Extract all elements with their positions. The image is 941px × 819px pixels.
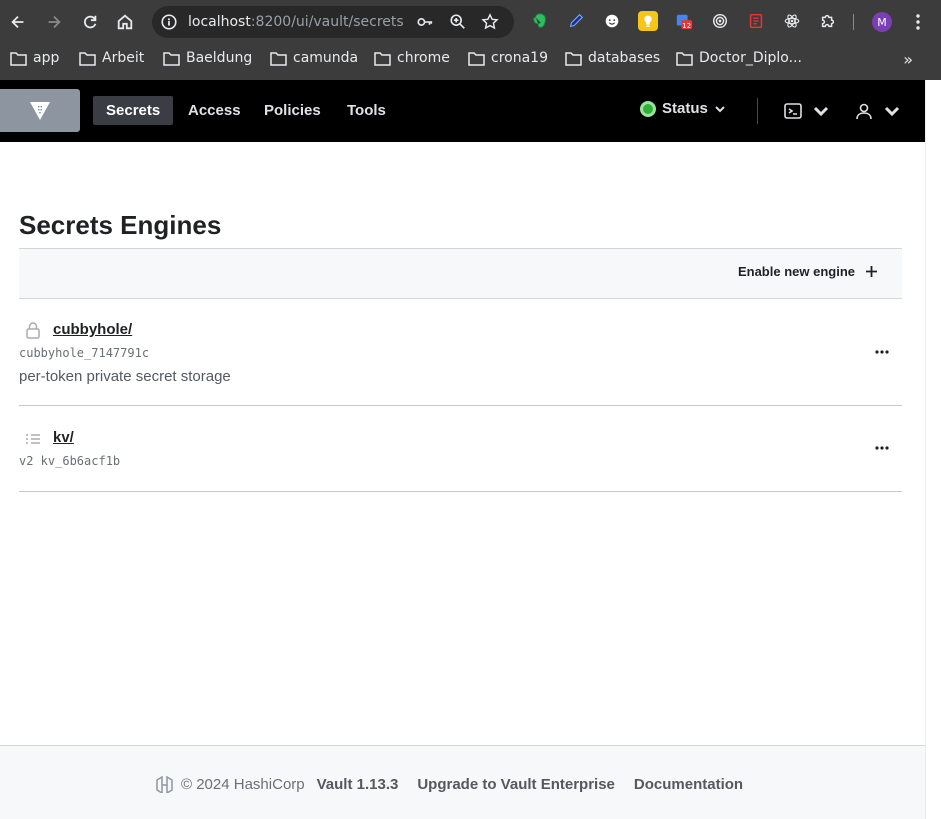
vault-header: Secrets Access Policies Tools Status — [0, 80, 925, 142]
bookmark-label: databases — [588, 50, 661, 66]
zoom-icon[interactable] — [449, 13, 467, 31]
bookmark-label: crona19 — [491, 50, 548, 66]
password-key-icon[interactable] — [416, 13, 434, 31]
folder-icon — [468, 51, 485, 66]
vault-triangle-icon — [30, 101, 50, 120]
react-devtools-icon[interactable] — [782, 11, 802, 31]
hashicorp-logo-icon — [156, 776, 173, 793]
folder-icon — [10, 51, 27, 66]
url-path: :8200/ui/vault/secrets — [250, 14, 404, 30]
profile-initial: M — [877, 15, 887, 29]
bookmark-folder-crona19[interactable]: crona19 — [468, 50, 548, 66]
engines-toolbar: Enable new engine — [19, 248, 902, 299]
footer: © 2024 HashiCorp Vault 1.13.3 Upgrade to… — [0, 745, 925, 819]
bookmark-label: Arbeit — [102, 50, 145, 66]
browser-menu-icon[interactable] — [910, 12, 926, 32]
bookmark-star-icon[interactable] — [481, 13, 499, 31]
more-actions-icon[interactable] — [874, 440, 890, 456]
reload-icon[interactable] — [77, 9, 103, 35]
page-scrollbar[interactable] — [925, 80, 941, 819]
chevron-down-icon — [813, 106, 829, 117]
profile-avatar[interactable]: M — [872, 12, 892, 32]
user-icon — [856, 103, 872, 120]
more-actions-icon[interactable] — [874, 344, 890, 360]
chevron-down-icon — [884, 106, 900, 117]
calendar-extension-icon[interactable]: 12 — [674, 11, 694, 31]
list-icon — [26, 434, 40, 444]
footer-copyright: © 2024 HashiCorp — [181, 776, 305, 793]
bookmark-label: camunda — [293, 50, 359, 66]
footer-version: Vault 1.13.3 — [316, 776, 399, 793]
address-bar[interactable]: localhost:8200/ui/vault/secrets — [152, 6, 514, 38]
url-text[interactable]: localhost:8200/ui/vault/secrets — [188, 14, 404, 30]
folder-icon — [374, 51, 391, 66]
page-title: Secrets Engines — [19, 210, 222, 240]
keep-extension-icon[interactable] — [638, 11, 658, 31]
nav-policies[interactable]: Policies — [251, 96, 334, 125]
status-ok-icon — [640, 100, 656, 117]
home-icon[interactable] — [112, 9, 138, 35]
bookmark-label: Baeldung — [186, 50, 253, 66]
evernote-extension-icon[interactable] — [530, 11, 550, 31]
bookmark-folder-camunda[interactable]: camunda — [270, 50, 358, 66]
plus-icon — [866, 266, 877, 277]
engine-link[interactable]: kv/ — [53, 429, 74, 446]
chevron-down-icon — [715, 105, 725, 112]
bookmark-label: app — [33, 50, 60, 66]
toolbar-divider — [853, 14, 854, 30]
folder-icon — [676, 51, 693, 66]
engine-link[interactable]: cubbyhole/ — [53, 321, 132, 338]
bookmark-label: chrome — [397, 50, 450, 66]
folder-icon — [163, 51, 180, 66]
enable-new-engine-label: Enable new engine — [737, 264, 855, 279]
bookmark-folder-arbeit[interactable]: Arbeit — [79, 50, 144, 66]
browser-chrome: localhost:8200/ui/vault/secrets 12 M app… — [0, 0, 941, 80]
bookmark-folder-app[interactable]: app — [10, 50, 59, 66]
bookmark-folder-baeldung[interactable]: Baeldung — [163, 50, 252, 66]
target-extension-icon[interactable] — [710, 11, 730, 31]
bookmark-folder-databases[interactable]: databases — [565, 50, 660, 66]
nav-tools[interactable]: Tools — [334, 96, 399, 125]
bookmarks-overflow-button[interactable]: » — [903, 50, 913, 69]
engine-accessor: v2 kv_6b6acf1b — [19, 454, 121, 468]
lock-icon — [26, 322, 40, 339]
document-extension-icon[interactable] — [746, 11, 766, 31]
browser-toolbar: localhost:8200/ui/vault/secrets 12 M — [0, 0, 941, 44]
footer-content: © 2024 HashiCorp Vault 1.13.3 Upgrade to… — [156, 776, 743, 793]
header-divider — [757, 98, 758, 124]
emoji-extension-icon[interactable] — [602, 11, 622, 31]
site-info-icon[interactable] — [160, 13, 178, 31]
nav-access[interactable]: Access — [175, 96, 254, 125]
status-menu[interactable]: Status — [640, 100, 726, 117]
url-host: localhost — [188, 14, 251, 30]
folder-icon — [270, 51, 287, 66]
documentation-link[interactable]: Documentation — [634, 776, 743, 793]
engine-row-cubbyhole[interactable]: cubbyhole/ cubbyhole_7147791c per-token … — [19, 299, 902, 406]
status-label: Status — [662, 100, 708, 117]
nav-secrets[interactable]: Secrets — [93, 96, 174, 125]
eyedropper-extension-icon[interactable] — [566, 11, 586, 31]
vault-logo[interactable] — [0, 89, 80, 132]
folder-icon — [79, 51, 96, 66]
bookmark-folder-doctor-diplo[interactable]: Doctor_Diplo... — [676, 50, 802, 66]
calendar-badge: 12 — [682, 21, 691, 30]
enable-new-engine-button[interactable]: Enable new engine — [738, 264, 878, 279]
back-arrow-icon[interactable] — [5, 9, 31, 35]
bookmark-label: Doctor_Diplo... — [699, 50, 802, 66]
bookmarks-bar: app Arbeit Baeldung camunda chrome crona… — [0, 44, 941, 74]
folder-icon — [565, 51, 582, 66]
engine-accessor: cubbyhole_7147791c — [19, 346, 150, 360]
upgrade-enterprise-link[interactable]: Upgrade to Vault Enterprise — [417, 776, 615, 793]
engine-description: per-token private secret storage — [19, 368, 231, 385]
extensions-puzzle-icon[interactable] — [818, 11, 838, 31]
forward-arrow-icon[interactable] — [41, 9, 67, 35]
user-menu[interactable] — [855, 100, 901, 122]
terminal-icon — [784, 103, 802, 119]
bookmark-folder-chrome[interactable]: chrome — [374, 50, 450, 66]
engine-row-kv[interactable]: kv/ v2 kv_6b6acf1b — [19, 406, 902, 492]
console-menu[interactable] — [784, 100, 830, 122]
